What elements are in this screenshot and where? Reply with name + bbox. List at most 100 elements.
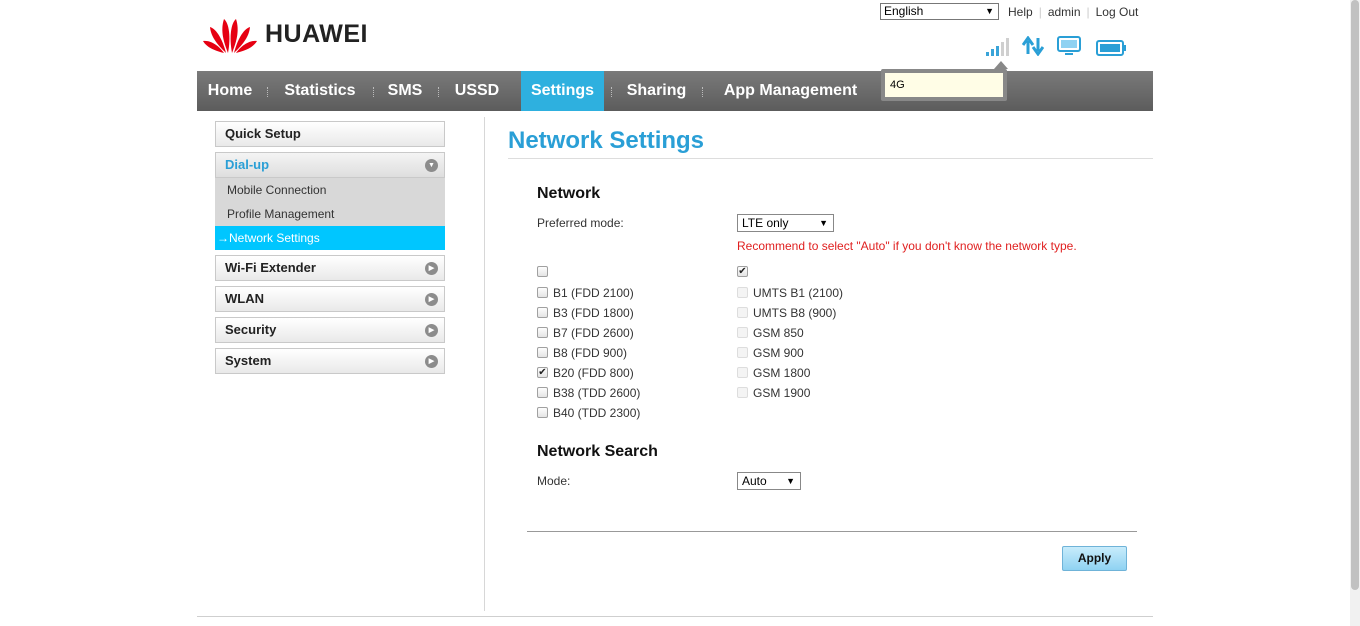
chevron-right-icon: ▶ [425,355,438,368]
status-icons [986,35,1138,59]
band-label-gsm-1800: GSM 1800 [753,366,811,380]
preferred-mode-select[interactable]: LTE only ▼ [737,214,834,232]
network-type-hint: Recommend to select "Auto" if you don't … [737,239,1077,253]
divider: | [1086,5,1090,19]
nav-home[interactable]: Home [197,71,263,111]
data-transfer-icon[interactable] [1021,35,1045,59]
band-label-b8: B8 (FDD 900) [553,346,628,360]
band-checkbox-b7[interactable] [537,327,548,338]
sidebar-wlan[interactable]: WLAN ▶ [215,286,445,312]
chevron-down-icon: ▼ [425,159,438,172]
nav-divider [373,87,375,97]
sidebar-item-label: Dial-up [225,157,270,172]
sidebar-item-label: WLAN [225,291,264,306]
band-label-gsm-1900: GSM 1900 [753,386,811,400]
tooltip-text: 4G [885,73,1003,97]
band-label-b3: B3 (FDD 1800) [553,306,634,320]
band-checkbox-gsm-1900 [737,387,748,398]
search-mode-value: Auto [742,474,767,488]
sidebar-item-label: Network Settings [229,231,320,245]
sidebar-item-label: Quick Setup [225,126,301,141]
search-mode-select[interactable]: Auto ▼ [737,472,801,490]
nav-settings[interactable]: Settings [521,71,604,111]
chevron-right-icon: ▶ [425,262,438,275]
huawei-flower-icon [203,19,257,53]
sidebar-item-label: Wi-Fi Extender [225,260,316,275]
admin-link[interactable]: admin [1048,5,1081,19]
other-select-all-checkbox[interactable]: ✔ [737,266,748,277]
language-value: English [884,4,924,18]
signal-strength-icon[interactable] [986,38,1010,59]
sidebar-item-label: Security [225,322,277,337]
nav-divider [702,87,704,97]
band-checkbox-umts-b1 [737,287,748,298]
band-label-b40: B40 (TDD 2300) [553,406,641,420]
sidebar-item-network-settings[interactable]: →Network Settings [215,226,445,250]
sidebar-item-label: System [225,353,272,368]
chevron-down-icon: ▼ [786,476,795,486]
tooltip-pointer [994,61,1008,69]
band-checkbox-b3[interactable] [537,307,548,318]
page-title: Network Settings [508,127,705,154]
form-divider [527,531,1137,532]
sidebar-system[interactable]: System ▶ [215,348,445,374]
huawei-logo: HUAWEI [202,13,368,55]
band-checkbox-b1[interactable] [537,287,548,298]
nav-statistics[interactable]: Statistics [273,71,367,111]
sidebar-quick-setup[interactable]: Quick Setup [215,121,445,147]
preferred-mode-value: LTE only [742,216,789,230]
band-checkbox-b38[interactable] [537,387,548,398]
band-checkbox-b8[interactable] [537,347,548,358]
apply-button[interactable]: Apply [1062,546,1127,571]
band-label-b38: B38 (TDD 2600) [553,386,641,400]
footer-divider [197,616,1153,617]
mode-label: Mode: [537,474,571,488]
band-checkbox-b20[interactable]: ✔ [537,367,548,378]
sidebar-dialup[interactable]: Dial-up ▼ [215,152,445,178]
preferred-mode-label: Preferred mode: [537,216,624,230]
logout-link[interactable]: Log Out [1096,5,1139,19]
scrollbar-thumb[interactable] [1351,0,1359,590]
page-scrollbar[interactable] [1350,0,1360,626]
arrow-right-icon: → [217,231,229,245]
nav-divider [267,87,269,97]
language-select[interactable]: English ▼ [880,3,999,20]
nav-ussd[interactable]: USSD [448,71,506,111]
help-link[interactable]: Help [1008,5,1033,19]
band-label-umts-b1: UMTS B1 (2100) [753,286,844,300]
band-checkbox-gsm-850 [737,327,748,338]
band-label-gsm-900: GSM 900 [753,346,804,360]
nav-app-management[interactable]: App Management [710,71,871,111]
lte-select-all-checkbox[interactable] [537,266,548,277]
band-checkbox-b40[interactable] [537,407,548,418]
network-type-tooltip: 4G [881,61,1008,101]
chevron-right-icon: ▶ [425,324,438,337]
nav-divider [438,87,440,97]
chevron-down-icon: ▼ [985,6,994,16]
battery-icon[interactable] [1096,40,1126,59]
nav-sharing[interactable]: Sharing [619,71,694,111]
network-heading: Network [537,185,601,202]
sidebar-item-profile-management[interactable]: Profile Management [215,202,445,226]
band-label-b1: B1 (FDD 2100) [553,286,634,300]
sidebar-security[interactable]: Security ▶ [215,317,445,343]
brand-name: HUAWEI [265,19,368,48]
chevron-down-icon: ▼ [819,218,828,228]
title-divider [508,158,1153,159]
band-label-gsm-850: GSM 850 [753,326,804,340]
network-search-heading: Network Search [537,443,658,460]
sidebar-wifi-extender[interactable]: Wi-Fi Extender ▶ [215,255,445,281]
top-links: Help | admin | Log Out [1008,5,1144,19]
chevron-right-icon: ▶ [425,293,438,306]
main-navbar: Home Statistics SMS USSD Settings Sharin… [197,71,1153,111]
band-checkbox-gsm-900 [737,347,748,358]
computer-icon[interactable] [1056,36,1084,59]
band-label-b20: B20 (FDD 800) [553,366,634,380]
sidebar-divider [484,117,485,611]
sidebar-item-label: Profile Management [227,207,335,221]
sidebar-item-mobile-connection[interactable]: Mobile Connection [215,178,445,202]
sidebar-item-label: Mobile Connection [227,183,327,197]
nav-sms[interactable]: SMS [381,71,429,111]
band-checkbox-gsm-1800 [737,367,748,378]
divider: | [1038,5,1042,19]
